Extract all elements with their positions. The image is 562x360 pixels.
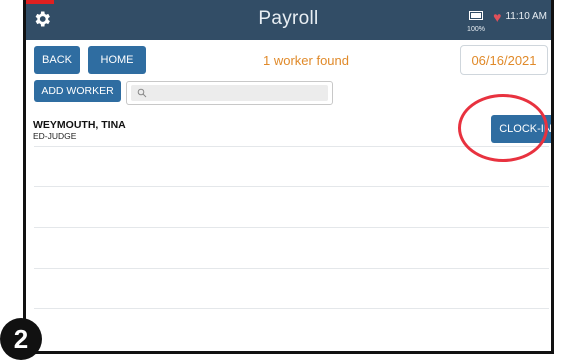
top-bar: Payroll 100% ♥ 11:10 AM (26, 0, 551, 40)
add-worker-button[interactable]: ADD WORKER (34, 80, 121, 102)
highlight-circle (458, 94, 548, 162)
row-divider (34, 186, 549, 187)
search-field-background (131, 85, 328, 103)
heart-icon: ♥ (493, 8, 502, 25)
worker-role: ED-JUDGE (33, 131, 77, 141)
app-window: Payroll 100% ♥ 11:10 AM BACK HOME 1 work… (23, 0, 554, 354)
search-input[interactable] (151, 85, 325, 103)
worker-name: WEYMOUTH, TINA (33, 119, 126, 131)
row-divider (34, 268, 549, 269)
status-area: ♥ 11:10 AM (493, 8, 547, 25)
step-number-badge: 2 (0, 318, 42, 360)
clock-time: 11:10 AM (505, 11, 547, 22)
search-icon (137, 88, 147, 98)
search-box[interactable] (126, 81, 333, 105)
date-field[interactable]: 06/16/2021 (460, 45, 548, 75)
back-button[interactable]: BACK (34, 46, 80, 74)
worker-count-text: 1 worker found (263, 53, 349, 68)
battery-indicator: 100% (461, 7, 491, 33)
battery-icon (469, 11, 483, 20)
battery-percent: 100% (467, 26, 485, 33)
home-button[interactable]: HOME (88, 46, 146, 74)
row-divider (34, 227, 549, 228)
row-divider (34, 308, 549, 309)
red-tag (26, 0, 54, 4)
